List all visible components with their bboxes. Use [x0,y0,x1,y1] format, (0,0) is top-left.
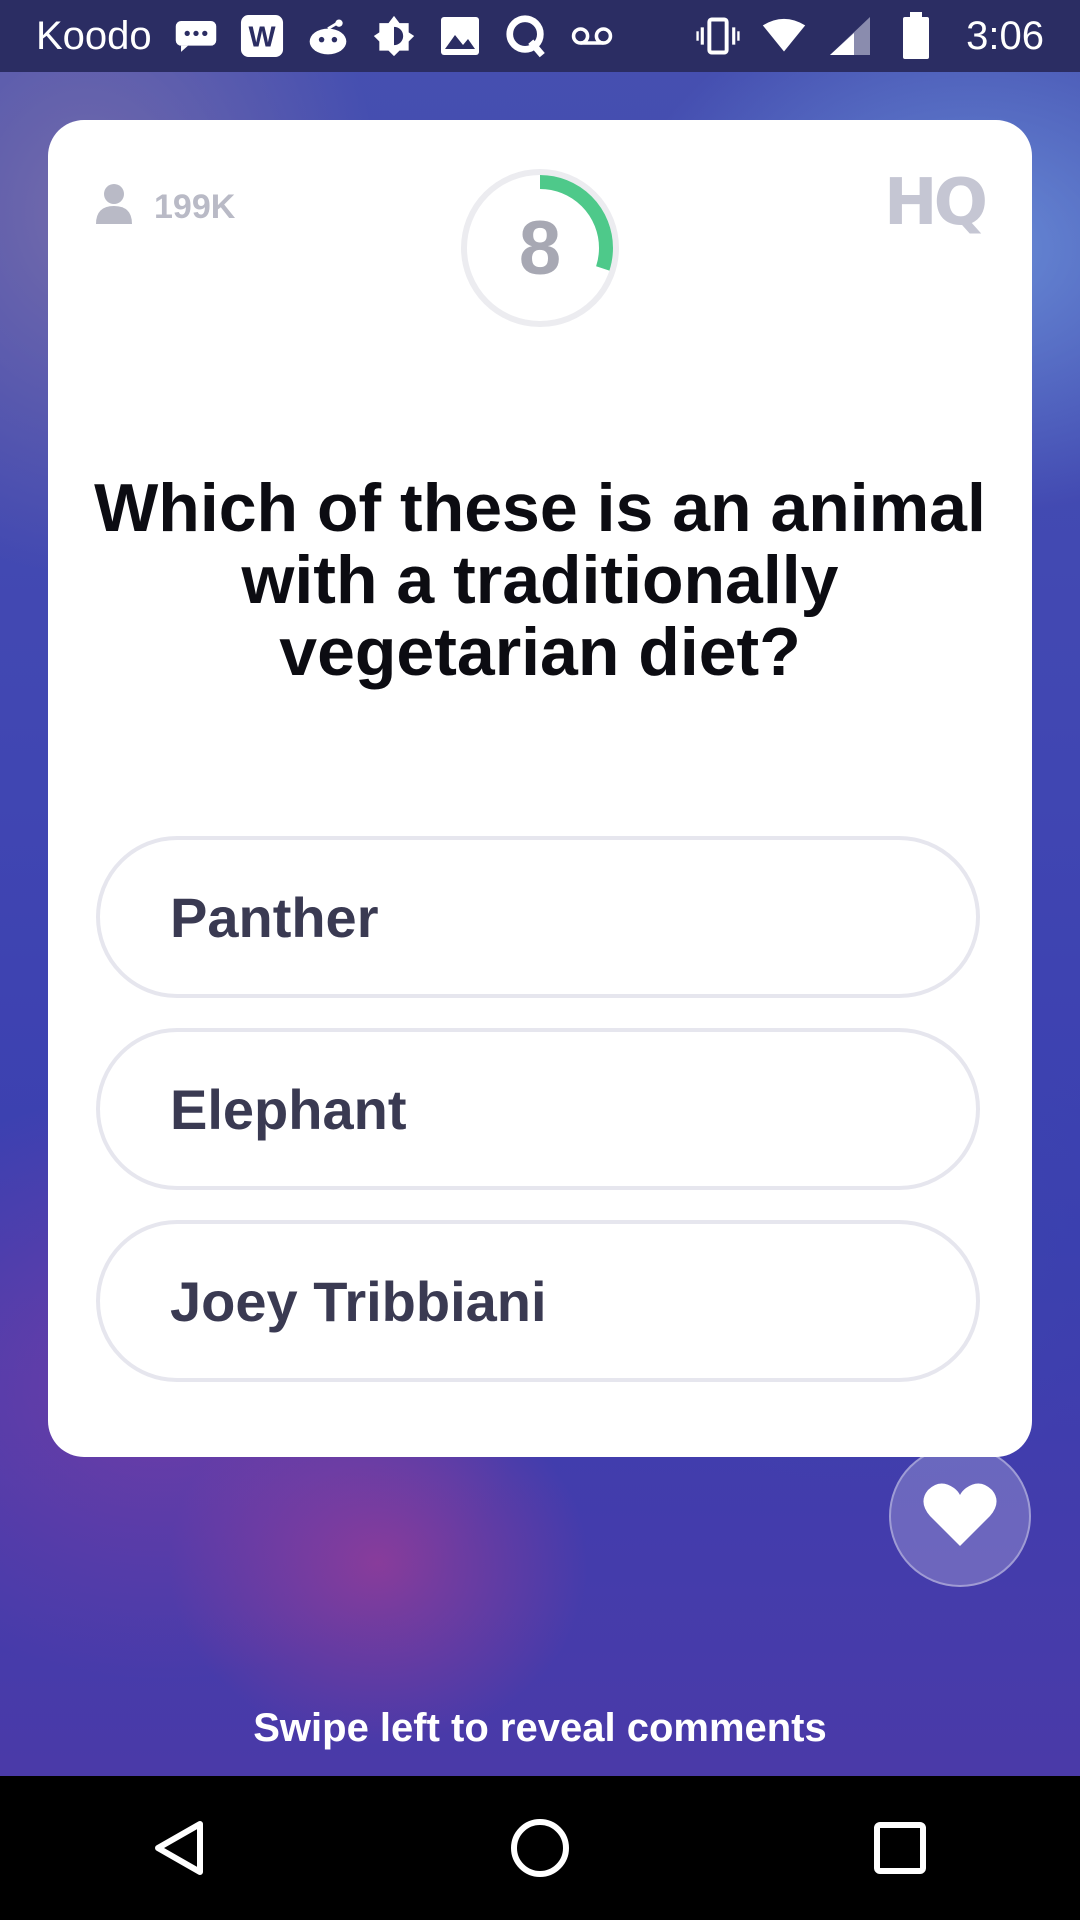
clock: 3:06 [966,13,1044,58]
question-text: Which of these is an animal with a tradi… [94,470,986,690]
recents-button[interactable] [860,1808,940,1888]
recents-icon [874,1822,926,1874]
player-count: 199K [94,182,235,233]
image-icon [438,16,482,56]
battery-icon [894,12,938,59]
question-card: 199K 8 HQ Which of these is an animal wi… [48,120,1032,1457]
timer-value: 8 [518,205,562,291]
q-app-icon [504,15,548,58]
answer-option-3[interactable]: Joey Tribbiani [96,1220,980,1382]
home-button[interactable] [500,1808,580,1888]
answer-option-1[interactable]: Panther [96,836,980,998]
w-app-icon: W [240,14,284,58]
status-bar: Koodo W 3:06 [0,0,1080,72]
reddit-icon [306,16,350,56]
navigation-bar [0,1776,1080,1920]
signal-icon [828,16,872,56]
player-count-label: 199K [154,188,236,226]
wifi-icon [762,16,806,56]
heart-button[interactable] [889,1445,1031,1587]
voicemail-icon [570,16,614,56]
messages-icon [174,16,218,56]
carrier-name: Koodo [36,13,152,58]
back-icon [155,1821,203,1875]
countdown-timer: 8 [458,166,622,330]
svg-text:W: W [248,22,276,54]
home-icon [511,1819,569,1877]
person-icon [94,182,134,233]
vibrate-icon [696,16,740,56]
swipe-hint: Swipe left to reveal comments [253,1706,827,1750]
hq-logo: HQ [884,166,988,240]
heart-icon [922,1480,998,1553]
back-button[interactable] [140,1808,220,1888]
brightness-icon [372,15,416,57]
answer-option-2[interactable]: Elephant [96,1028,980,1190]
